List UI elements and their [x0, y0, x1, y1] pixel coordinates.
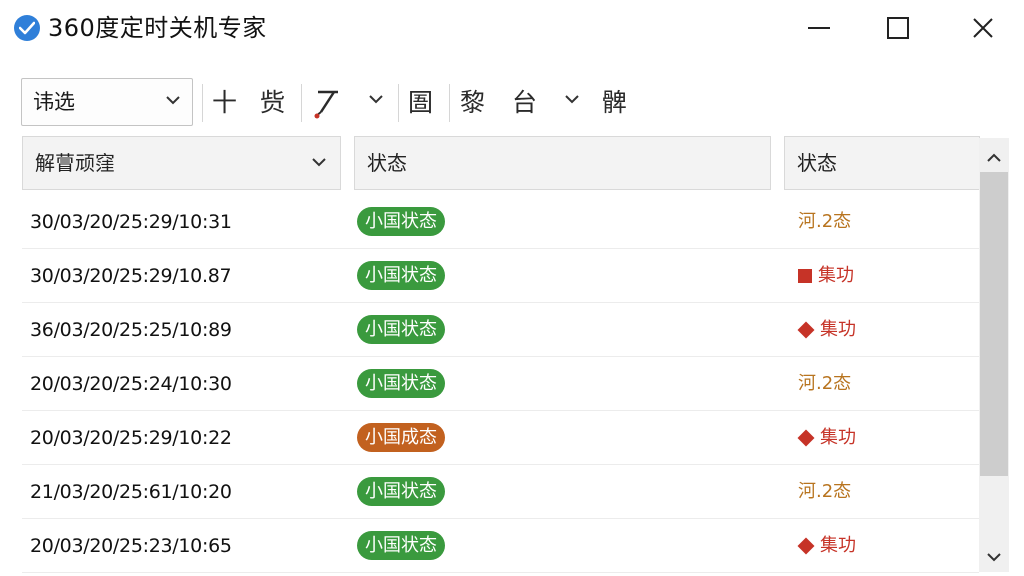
scroll-thumb[interactable]	[980, 172, 1008, 476]
status-badge: 小国状态	[357, 207, 445, 236]
row-result: 河.2态	[798, 209, 851, 235]
row-datetime: 30/03/20/25:29/10:31	[30, 211, 232, 233]
chevron-down-icon	[166, 96, 180, 105]
toolbar-button-5[interactable]: 台	[512, 84, 537, 122]
row-datetime: 36/03/20/25:25/10:89	[30, 319, 232, 341]
chevron-down-icon	[987, 552, 1001, 561]
row-result-label: 集功	[820, 319, 856, 340]
add-button[interactable]: 十	[212, 84, 237, 122]
row-result: 集功	[798, 263, 854, 289]
toolbar-button-6[interactable]: 髀	[602, 84, 627, 122]
status-badge: 小国成态	[357, 423, 445, 452]
status-badge: 小国状态	[357, 261, 445, 290]
vertical-scrollbar[interactable]	[979, 138, 1009, 572]
column-header-status[interactable]: 状态	[354, 136, 771, 190]
close-button[interactable]	[962, 8, 1004, 48]
chevron-down-icon	[312, 158, 326, 167]
row-datetime: 20/03/20/25:24/10:30	[30, 373, 232, 395]
scroll-down-button[interactable]	[979, 542, 1009, 572]
maximize-button[interactable]	[877, 8, 919, 48]
toolbar-button-2[interactable]: 赀	[260, 84, 285, 122]
scroll-up-button[interactable]	[979, 142, 1009, 172]
diamond-icon	[797, 429, 815, 447]
table-row[interactable]: 30/03/20/25:29/10:31 小国状态 河.2态	[22, 195, 979, 249]
chevron-down-icon[interactable]	[565, 95, 579, 104]
diamond-icon	[797, 537, 815, 555]
window-title: 360度定时关机专家	[48, 14, 267, 42]
table-row[interactable]: 21/03/20/25:61/10:20 小国状态 河.2态	[22, 465, 979, 519]
filter-dropdown[interactable]: 讳选	[21, 78, 193, 126]
toolbar-divider	[398, 84, 399, 122]
status-badge: 小国状态	[357, 531, 445, 560]
chevron-up-icon	[987, 153, 1001, 162]
row-datetime: 21/03/20/25:61/10:20	[30, 481, 232, 503]
column-header-label: 状态	[797, 151, 837, 175]
table-row[interactable]: 20/03/20/25:29/10:22 小国成态 集功	[22, 411, 979, 465]
row-datetime: 20/03/20/25:29/10:22	[30, 427, 232, 449]
filter-dropdown-value: 讳选	[33, 90, 75, 114]
chevron-down-icon[interactable]	[369, 95, 383, 104]
table-row[interactable]: 36/03/20/25:25/10:89 小国状态 集功	[22, 303, 979, 357]
stop-square-icon	[798, 269, 812, 283]
app-check-icon	[14, 15, 40, 41]
row-result-label: 集功	[818, 265, 854, 286]
maximize-icon	[887, 17, 909, 39]
toolbar-divider	[301, 84, 302, 122]
toolbar-divider	[202, 84, 203, 122]
column-header-label: 解萺顽窪	[35, 151, 115, 175]
row-datetime: 20/03/20/25:23/10:65	[30, 535, 232, 557]
row-result-label: 河.2态	[798, 481, 852, 502]
pen-icon	[314, 90, 338, 119]
row-result-label: 河.2态	[798, 373, 852, 394]
minimize-icon	[808, 27, 830, 29]
table-row[interactable]: 20/03/20/25:23/10:65 小国状态 集功	[22, 519, 979, 573]
title-bar: 360度定时关机专家	[0, 0, 1024, 57]
row-datetime: 30/03/20/25:29/10.87	[30, 265, 232, 287]
toolbar-button-4[interactable]: 黎	[460, 84, 485, 122]
column-header-result[interactable]: 状态	[784, 136, 980, 190]
row-result: 河.2态	[798, 479, 851, 505]
column-header-label: 状态	[367, 151, 407, 175]
row-result: 集功	[797, 425, 856, 451]
column-header-time[interactable]: 解萺顽窪	[22, 136, 341, 190]
table-row[interactable]: 30/03/20/25:29/10.87 小国状态 集功	[22, 249, 979, 303]
row-result: 集功	[797, 317, 856, 343]
diamond-icon	[797, 321, 815, 339]
minimize-button[interactable]	[798, 8, 840, 48]
row-result-label: 河.2态	[798, 211, 852, 232]
row-result-label: 集功	[820, 427, 856, 448]
table-row[interactable]: 20/03/20/25:24/10:30 小国状态 河.2态	[22, 357, 979, 411]
status-badge: 小国状态	[357, 477, 445, 506]
edit-button[interactable]	[312, 84, 344, 122]
toolbar-divider	[449, 84, 450, 122]
row-result: 河.2态	[798, 371, 851, 397]
toolbar-button-3[interactable]: 圄	[408, 84, 433, 122]
row-result: 集功	[797, 533, 856, 559]
close-icon	[973, 18, 993, 38]
row-result-label: 集功	[820, 535, 856, 556]
status-badge: 小国状态	[357, 369, 445, 398]
status-badge: 小国状态	[357, 315, 445, 344]
